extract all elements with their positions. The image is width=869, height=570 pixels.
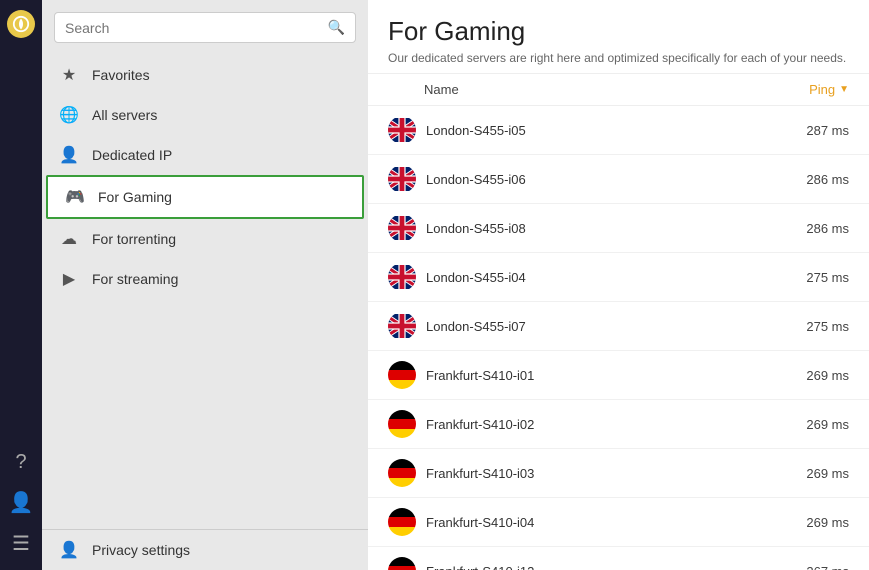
search-box[interactable]: 🔍 [54, 12, 356, 43]
sidebar-item-label: For Gaming [98, 189, 172, 205]
menu-icon[interactable]: ☰ [12, 531, 30, 556]
sidebar-item-label: Privacy settings [92, 542, 190, 558]
sidebar-item-label: For streaming [92, 271, 178, 287]
server-table: Name Ping ▼ London-S455-i05 287 ms [368, 74, 869, 570]
sidebar-item-label: Favorites [92, 67, 150, 83]
search-icon: 🔍 [328, 19, 345, 36]
table-row[interactable]: Frankfurt-S410-i01 269 ms [368, 351, 869, 400]
server-ping: 269 ms [749, 417, 849, 432]
icon-bar: ? 👤 ☰ [0, 0, 42, 570]
table-row[interactable]: Frankfurt-S410-i03 269 ms [368, 449, 869, 498]
sidebar-item-all-servers[interactable]: 🌐 All servers [42, 95, 368, 135]
account-icon[interactable]: 👤 [9, 490, 34, 515]
server-rows-container: London-S455-i05 287 ms London-S455-i06 2… [368, 106, 869, 570]
sidebar: 🔍 ★ Favorites 🌐 All servers 👤 Dedicated … [42, 0, 368, 570]
flag-uk [388, 116, 416, 144]
table-row[interactable]: London-S455-i06 286 ms [368, 155, 869, 204]
sidebar-item-favorites[interactable]: ★ Favorites [42, 55, 368, 95]
flag-de [388, 361, 416, 389]
sidebar-item-privacy-settings[interactable]: 👤 Privacy settings [42, 530, 368, 570]
app-logo [7, 10, 35, 38]
sidebar-item-dedicated-ip[interactable]: 👤 Dedicated IP [42, 135, 368, 175]
server-ping: 269 ms [749, 368, 849, 383]
sidebar-item-label: Dedicated IP [92, 147, 172, 163]
flag-uk [388, 214, 416, 242]
privacy-icon: 👤 [58, 540, 80, 560]
sidebar-item-for-torrenting[interactable]: ☁ For torrenting [42, 219, 368, 259]
gaming-icon: 🎮 [64, 187, 86, 207]
table-header: Name Ping ▼ [368, 74, 869, 106]
table-row[interactable]: London-S455-i05 287 ms [368, 106, 869, 155]
server-name: Frankfurt-S410-i12 [426, 564, 749, 570]
search-input[interactable] [65, 20, 328, 36]
table-row[interactable]: London-S455-i08 286 ms [368, 204, 869, 253]
server-name: London-S455-i07 [426, 319, 749, 334]
server-ping: 287 ms [749, 123, 849, 138]
sidebar-item-label: For torrenting [92, 231, 176, 247]
server-ping: 275 ms [749, 270, 849, 285]
column-ping[interactable]: Ping ▼ [749, 82, 849, 97]
table-row[interactable]: Frankfurt-S410-i12 267 ms [368, 547, 869, 570]
server-ping: 267 ms [749, 564, 849, 570]
icon-bar-bottom: ? 👤 ☰ [9, 451, 34, 570]
column-name: Name [388, 82, 749, 97]
flag-uk [388, 165, 416, 193]
flag-de [388, 508, 416, 536]
server-ping: 286 ms [749, 221, 849, 236]
server-name: Frankfurt-S410-i04 [426, 515, 749, 530]
server-name: London-S455-i06 [426, 172, 749, 187]
page-subtitle: Our dedicated servers are right here and… [388, 51, 849, 65]
table-row[interactable]: London-S455-i07 275 ms [368, 302, 869, 351]
streaming-icon: ▶ [58, 269, 80, 289]
flag-de [388, 557, 416, 570]
table-row[interactable]: Frankfurt-S410-i02 269 ms [368, 400, 869, 449]
server-name: Frankfurt-S410-i01 [426, 368, 749, 383]
flag-de [388, 459, 416, 487]
server-name: London-S455-i04 [426, 270, 749, 285]
sidebar-item-for-streaming[interactable]: ▶ For streaming [42, 259, 368, 299]
server-ping: 275 ms [749, 319, 849, 334]
flag-uk [388, 312, 416, 340]
server-ping: 286 ms [749, 172, 849, 187]
flag-uk [388, 263, 416, 291]
server-ping: 269 ms [749, 515, 849, 530]
help-icon[interactable]: ? [15, 451, 26, 474]
table-row[interactable]: Frankfurt-S410-i04 269 ms [368, 498, 869, 547]
sidebar-item-label: All servers [92, 107, 157, 123]
favorites-icon: ★ [58, 65, 80, 85]
sidebar-item-for-gaming[interactable]: 🎮 For Gaming [46, 175, 364, 219]
server-name: Frankfurt-S410-i02 [426, 417, 749, 432]
ping-label: Ping [809, 82, 835, 97]
table-row[interactable]: London-S455-i04 275 ms [368, 253, 869, 302]
page-title: For Gaming [388, 16, 849, 47]
main-content: For Gaming Our dedicated servers are rig… [368, 0, 869, 570]
server-name: London-S455-i08 [426, 221, 749, 236]
sort-arrow-icon: ▼ [839, 84, 849, 95]
flag-de [388, 410, 416, 438]
server-ping: 269 ms [749, 466, 849, 481]
server-name: Frankfurt-S410-i03 [426, 466, 749, 481]
dedicated-ip-icon: 👤 [58, 145, 80, 165]
torrenting-icon: ☁ [58, 229, 80, 249]
server-name: London-S455-i05 [426, 123, 749, 138]
main-header: For Gaming Our dedicated servers are rig… [368, 0, 869, 74]
globe-icon: 🌐 [58, 105, 80, 125]
